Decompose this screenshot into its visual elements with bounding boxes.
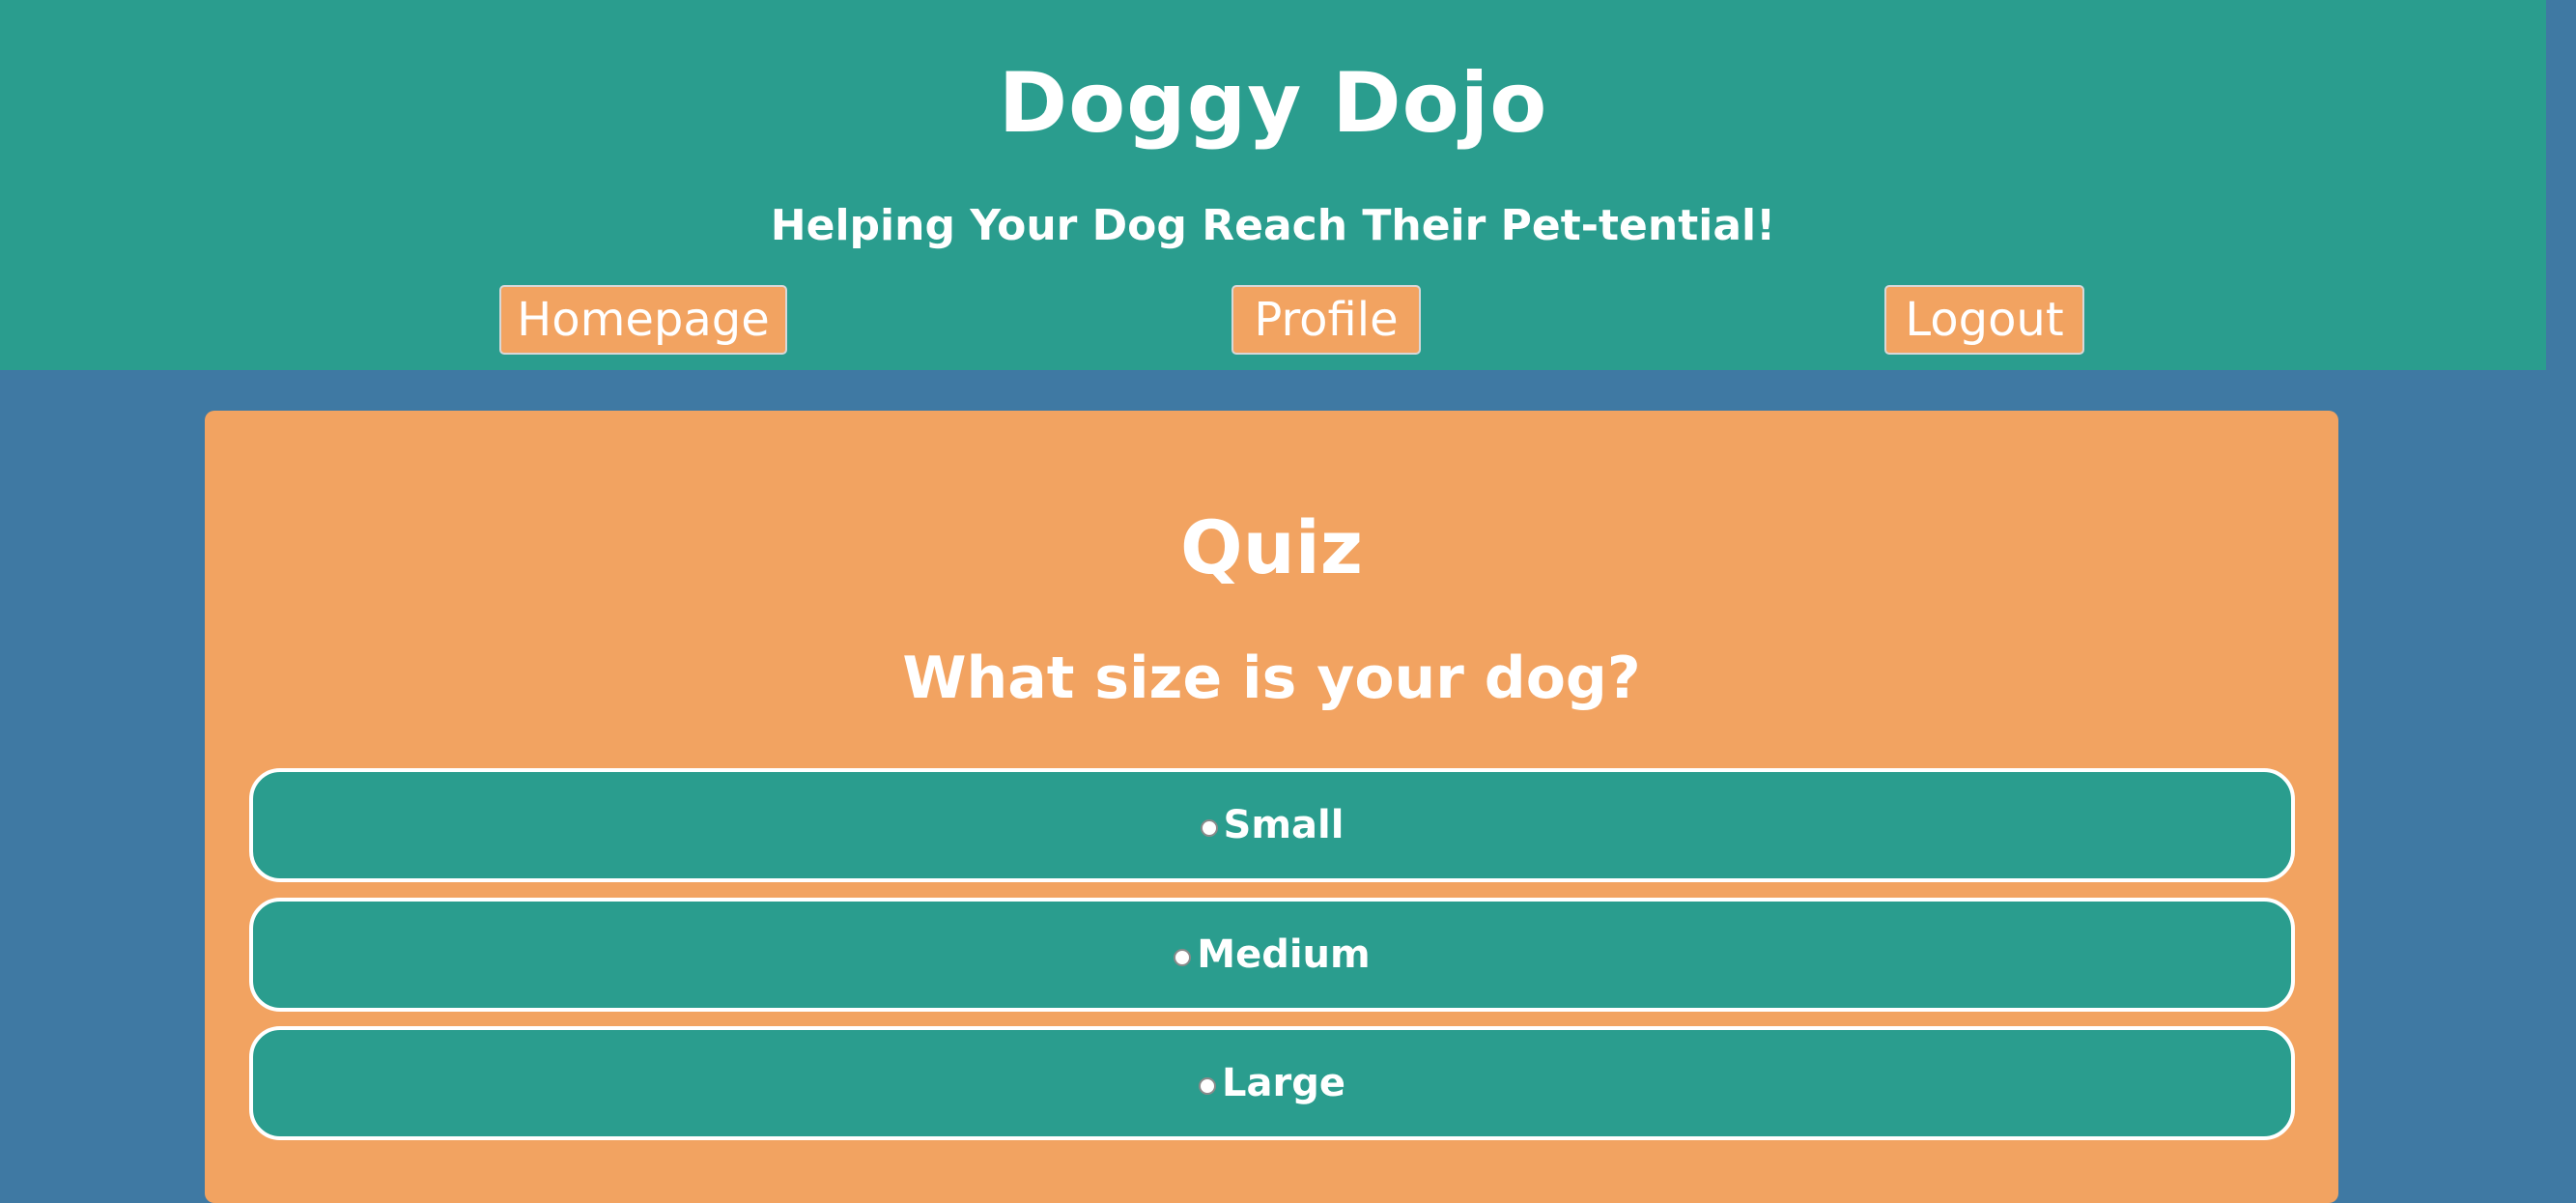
option-large[interactable]: Large xyxy=(249,1026,2295,1140)
option-label-large: Large xyxy=(1222,1061,1345,1105)
quiz-title: Quiz xyxy=(1180,504,1363,590)
site-tagline: Helping Your Dog Reach Their Pet-tential… xyxy=(770,201,1776,250)
site-title: Doggy Dojo xyxy=(998,55,1548,152)
option-label-medium: Medium xyxy=(1197,932,1371,977)
option-label-small: Small xyxy=(1223,803,1345,847)
radio-button-large[interactable] xyxy=(1199,1077,1217,1095)
profile-button[interactable]: Profile xyxy=(1231,285,1421,355)
homepage-button[interactable]: Homepage xyxy=(499,285,787,355)
quiz-question: What size is your dog? xyxy=(902,644,1641,712)
radio-button-small[interactable] xyxy=(1200,819,1218,837)
quiz-card: Quiz What size is your dog? Small Medium… xyxy=(205,411,2338,1203)
logout-button[interactable]: Logout xyxy=(1884,285,2084,355)
site-header: Doggy Dojo Helping Your Dog Reach Their … xyxy=(0,0,2546,370)
option-small[interactable]: Small xyxy=(249,768,2295,882)
option-medium[interactable]: Medium xyxy=(249,898,2295,1012)
radio-button-medium[interactable] xyxy=(1174,949,1192,966)
